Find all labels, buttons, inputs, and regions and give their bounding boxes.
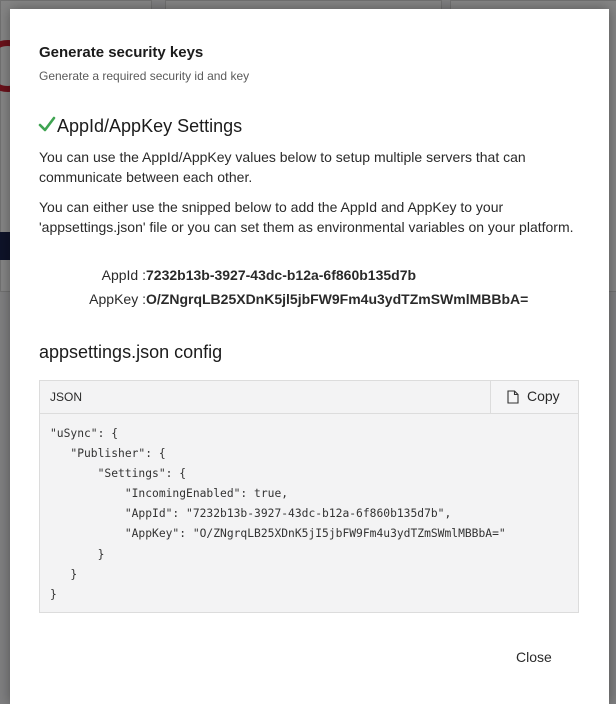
description-paragraph: You can use the AppId/AppKey values belo…	[39, 149, 526, 185]
close-button[interactable]: Close	[516, 649, 552, 665]
dialog-subtitle: Generate a required security id and key	[39, 69, 250, 83]
check-icon	[38, 116, 56, 132]
security-keys-dialog: Generate security keys Generate a requir…	[10, 9, 609, 704]
appkey-value[interactable]: O/ZNgrqLB25XDnK5jl5jbFW9Fm4u3ydTZmSWmlMB…	[146, 291, 528, 307]
copy-icon	[507, 390, 519, 404]
appkey-row: AppKey :O/ZNgrqLB25XDnK5jl5jbFW9Fm4u3ydT…	[39, 291, 528, 307]
appid-row: AppId :7232b13b-3927-43dc-b12a-6f860b135…	[39, 267, 416, 283]
code-language-label: JSON	[50, 390, 83, 404]
copy-button-label: Copy	[527, 388, 560, 404]
code-content[interactable]: "uSync": { "Publisher": { "Settings": { …	[50, 424, 506, 605]
config-heading: appsettings.json config	[39, 342, 223, 362]
dialog-title: Generate security keys	[39, 44, 204, 61]
appkey-label: AppKey :	[89, 291, 146, 307]
appid-value[interactable]: 7232b13b-3927-43dc-b12a-6f860b135d7b	[146, 267, 416, 283]
code-snippet: JSON Copy "uSync": { "Publisher": { "Set…	[39, 380, 579, 613]
copy-button[interactable]: Copy	[490, 381, 578, 413]
code-header: JSON Copy	[40, 381, 578, 414]
settings-heading: AppId/AppKey Settings	[57, 116, 243, 136]
instructions-paragraph: You can either use the snipped below to …	[39, 199, 574, 235]
appid-label: AppId :	[101, 267, 146, 283]
